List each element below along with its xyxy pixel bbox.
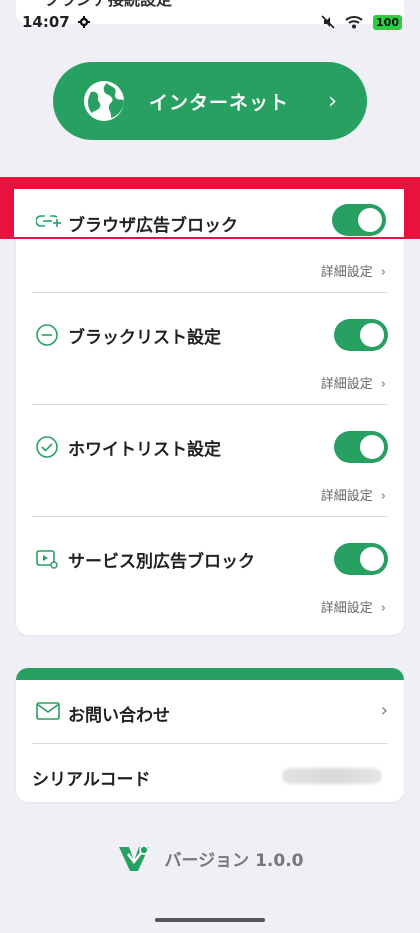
chevron-right-icon: ›: [380, 265, 386, 280]
toggle-knob: [360, 323, 384, 347]
globe-icon: [84, 81, 124, 121]
internet-button-label: インターネット: [149, 91, 290, 114]
version-text: バージョン 1.0.0: [164, 850, 304, 871]
chevron-right-icon: ›: [380, 700, 388, 721]
highlight-frame: ブラウザ広告ブロック: [0, 177, 420, 239]
browser-adblock-toggle[interactable]: [332, 204, 386, 236]
chevron-right-icon: ›: [380, 489, 386, 504]
toggle-knob: [360, 435, 384, 459]
status-bar: 14:07 100: [0, 0, 420, 44]
settings-row-title: ブラックリスト設定: [68, 328, 221, 348]
settings-row-title: ブラウザ広告ブロック: [68, 216, 238, 236]
support-card: お問い合わせ › シリアルコード: [16, 668, 404, 802]
service-adblock-toggle[interactable]: [334, 543, 388, 575]
mail-icon: [36, 702, 60, 720]
chevron-right-icon: ›: [380, 601, 386, 616]
status-time: 14:07: [22, 13, 70, 31]
chevron-right-icon: ›: [380, 377, 386, 392]
settings-row-title: サービス別広告ブロック: [68, 552, 255, 572]
toggle-knob: [358, 208, 382, 232]
serial-code-label: シリアルコード: [32, 770, 151, 790]
internet-button[interactable]: インターネット ›: [53, 62, 367, 140]
toggle-knob: [360, 547, 384, 571]
detail-settings-link[interactable]: 詳細設定 ›: [321, 261, 386, 280]
chevron-right-icon: ›: [328, 88, 337, 114]
wifi-icon: [345, 16, 363, 29]
blacklist-toggle[interactable]: [334, 319, 388, 351]
serial-code-value-blurred: [282, 768, 382, 784]
link-icon: [36, 215, 61, 227]
mute-icon: [321, 15, 335, 29]
whitelist-toggle[interactable]: [334, 431, 388, 463]
settings-row-blacklist: ブラックリスト設定 詳細設定 ›: [32, 293, 388, 405]
detail-settings-link[interactable]: 詳細設定 ›: [321, 373, 386, 392]
home-indicator[interactable]: [155, 918, 265, 922]
serial-code-row: シリアルコード: [32, 744, 388, 802]
battery-indicator: 100: [373, 14, 402, 30]
inquiry-label: お問い合わせ: [68, 706, 170, 726]
settings-row-title: ホワイトリスト設定: [68, 440, 221, 460]
ad-block-settings-card: 詳細設定 › ブラックリスト設定 詳細設定 › ホワイトリスト設定 詳細設定 › サー…: [16, 181, 404, 635]
check-circle-icon: [36, 436, 58, 458]
settings-gear-icon: [77, 16, 90, 28]
detail-settings-link[interactable]: 詳細設定 ›: [321, 597, 386, 616]
settings-row-service-adblock: サービス別広告ブロック 詳細設定 ›: [32, 517, 388, 629]
inquiry-row[interactable]: お問い合わせ ›: [32, 680, 388, 744]
card-accent-bar: [16, 668, 404, 680]
video-settings-icon: [36, 550, 58, 569]
minus-circle-icon: [36, 324, 58, 346]
detail-settings-link[interactable]: 詳細設定 ›: [321, 485, 386, 504]
settings-row-whitelist: ホワイトリスト設定 詳細設定 ›: [32, 405, 388, 517]
app-logo-icon: [118, 845, 149, 871]
version-footer: バージョン 1.0.0: [0, 838, 420, 878]
